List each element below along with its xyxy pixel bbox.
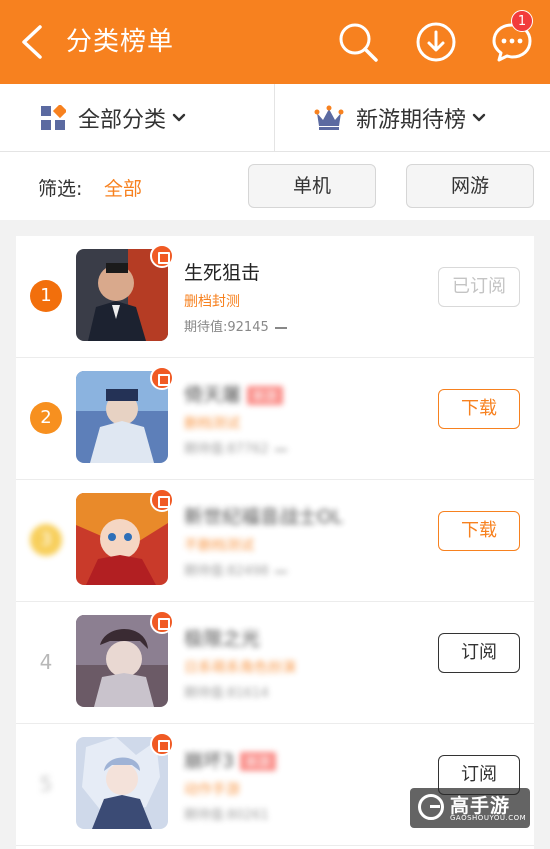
expectation-value: 期待值:81614 [184, 682, 269, 701]
new-game-badge: 新游 [247, 386, 284, 405]
game-status-tag: 动作手游 [184, 782, 240, 798]
game-status-tag: 删档测试 [184, 416, 240, 432]
rank-badge: 3 [30, 524, 62, 556]
all-categories-dropdown[interactable]: 全部分类 [40, 84, 186, 152]
gift-icon [150, 244, 174, 268]
watermark-domain: GAOSHOUYOU.COM [450, 814, 527, 822]
gift-icon [150, 732, 174, 756]
subscribed-button[interactable]: 已订阅 [438, 267, 520, 307]
chevron-down-icon [172, 113, 186, 122]
divider [274, 84, 275, 152]
watermark-logo: 高手游 GAOSHOUYOU.COM [410, 788, 530, 828]
game-name-text: 崩坏3 [184, 750, 235, 772]
expectation-value: 期待值:80261 [184, 804, 269, 823]
filter-label: 筛选: [38, 178, 83, 200]
download-button[interactable]: 下载 [438, 389, 520, 429]
filter-bar: 筛选: 全部 单机 网游 [0, 152, 550, 220]
chevron-down-icon [472, 113, 486, 122]
game-name: 生死狙击 [184, 262, 261, 284]
gift-icon [150, 488, 174, 512]
crown-icon [314, 105, 344, 130]
game-name: 极限之光 [184, 628, 261, 650]
filter-online-game-button[interactable]: 网游 [406, 164, 534, 208]
category-bar: 全部分类 新游期待榜 [0, 84, 550, 152]
message-badge: 1 [511, 10, 533, 32]
filter-single-player-button[interactable]: 单机 [248, 164, 376, 208]
trend-flat-icon [274, 326, 287, 329]
ranking-type-dropdown[interactable]: 新游期待榜 [314, 84, 486, 152]
rank-number: 4 [39, 650, 53, 674]
game-name: 倚天屠 新游 [184, 380, 284, 407]
back-icon[interactable] [18, 24, 48, 60]
expectation-text: 期待值:92145 [184, 320, 269, 335]
expectation-text: 期待值:81614 [184, 686, 269, 701]
top-bar: 分类榜单 1 [0, 0, 550, 84]
game-name-text: 倚天屠 [184, 384, 242, 406]
list-item[interactable]: 1 生死狙击 删档封测 期待值:92145 已订阅 [16, 236, 534, 358]
expectation-text: 期待值:82498 [184, 564, 269, 579]
list-item[interactable]: 2 倚天屠 新游 删档测试 期待值:87762 下载 [16, 358, 534, 480]
filter-all-option[interactable]: 全部 [104, 174, 142, 201]
expectation-value: 期待值:87762 [184, 438, 287, 457]
page-title: 分类榜单 [66, 27, 175, 57]
ranking-type-label: 新游期待榜 [356, 108, 467, 133]
game-name: 新世纪福音战士OL [184, 506, 343, 528]
rank-badge: 1 [30, 280, 62, 312]
download-icon[interactable] [414, 20, 458, 64]
expectation-text: 期待值:80261 [184, 808, 269, 823]
expectation-text: 期待值:87762 [184, 442, 269, 457]
download-button[interactable]: 下载 [438, 511, 520, 551]
list-item[interactable]: 3 新世纪福音战士OL 不删档测试 期待值:82498 下载 [16, 480, 534, 602]
gift-icon [150, 366, 174, 390]
rank-number: 5 [39, 772, 53, 796]
game-ranking-list: 1 生死狙击 删档封测 期待值:92145 已订阅 2 倚天屠 新游 删档测试 … [16, 236, 534, 849]
search-icon[interactable] [336, 20, 380, 64]
all-categories-label: 全部分类 [78, 108, 167, 133]
new-game-badge: 新游 [240, 752, 277, 771]
game-status-tag: 日系萌系角色扮演 [184, 660, 296, 676]
game-name: 崩坏3 新游 [184, 746, 277, 773]
trend-flat-icon [274, 570, 287, 573]
list-item[interactable]: 4 极限之光 日系萌系角色扮演 期待值:81614 订阅 [16, 602, 534, 724]
game-status-tag: 删档封测 [184, 294, 240, 310]
expectation-value: 期待值:92145 [184, 316, 287, 335]
gift-icon [150, 610, 174, 634]
game-status-tag: 不删档测试 [184, 538, 254, 554]
subscribe-button[interactable]: 订阅 [438, 633, 520, 673]
trend-flat-icon [274, 448, 287, 451]
category-grid-icon [41, 105, 66, 130]
expectation-value: 期待值:82498 [184, 560, 287, 579]
rank-badge: 2 [30, 402, 62, 434]
watermark-g-icon [418, 794, 444, 820]
